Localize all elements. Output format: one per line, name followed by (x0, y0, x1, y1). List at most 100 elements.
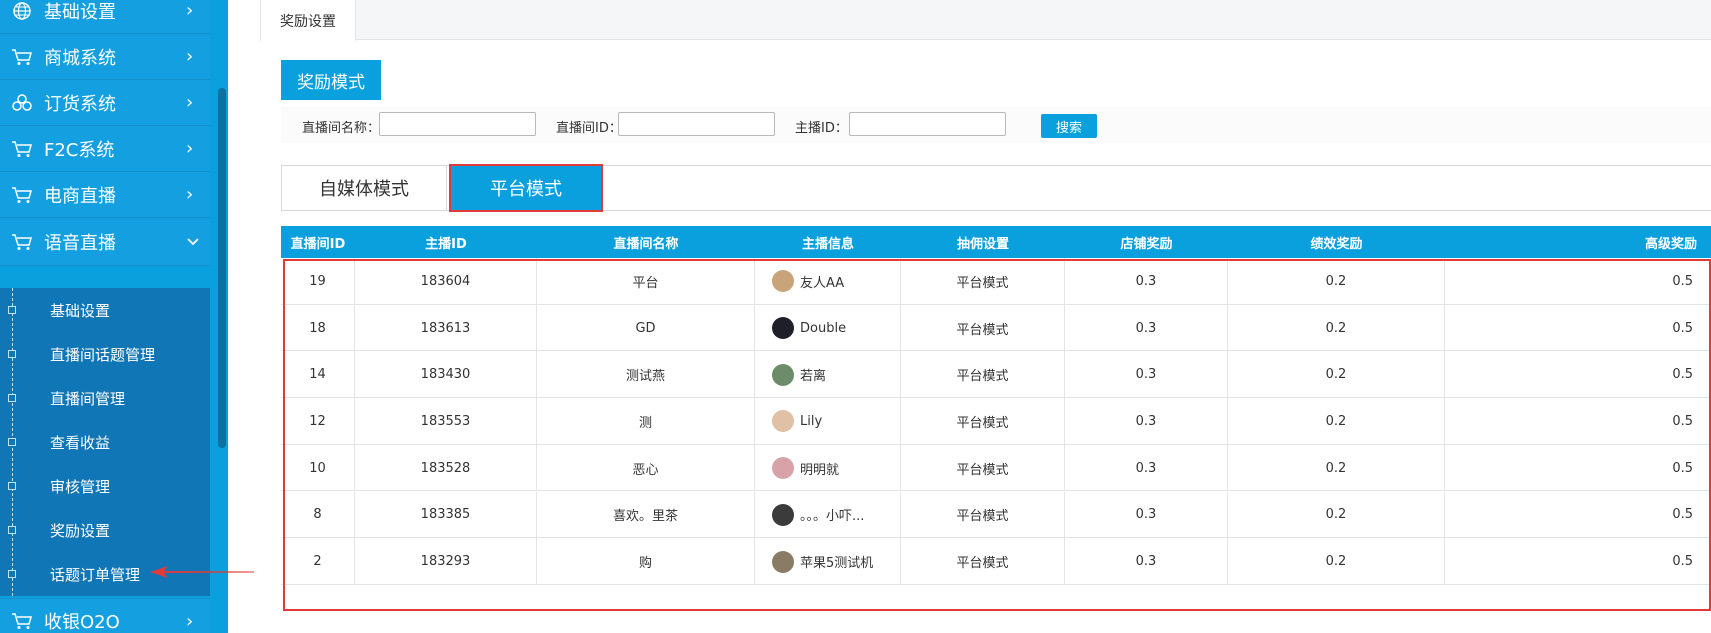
menu-item-order-system[interactable]: 订货系统 › (0, 80, 210, 126)
menu-item-ecommerce-live[interactable]: 电商直播 › (0, 172, 210, 218)
cell-anchor-id: 183293 (355, 538, 537, 585)
table-row[interactable]: 2 183293 购 苹果5测试机 平台模式 0.3 0.2 0.5 (281, 538, 1711, 585)
cell-room-id: 14 (281, 351, 355, 399)
room-name-label: 直播间名称： (302, 121, 381, 136)
avatar (772, 270, 794, 293)
cell-senior-reward: 0.5 (1672, 554, 1693, 570)
submenu-label: 直播间话题管理 (50, 345, 156, 364)
room-name-input[interactable] (379, 112, 536, 136)
cell-commission: 平台模式 (901, 444, 1065, 492)
cart-icon (0, 140, 44, 158)
submenu-item-reward-settings[interactable]: 奖励设置 (0, 508, 210, 552)
avatar (772, 317, 794, 340)
col-perf-reward: 绩效奖励 (1310, 236, 1363, 252)
menu-label: 语音直播 (44, 232, 116, 254)
sidebar-scrollbar-thumb[interactable] (218, 88, 226, 448)
table-row[interactable]: 19 183604 平台 友人AA 平台模式 0.3 0.2 0.5 (281, 258, 1711, 305)
submenu-item-review-management[interactable]: 审核管理 (0, 464, 210, 508)
tab-reward-settings[interactable]: 奖励设置 (260, 0, 356, 41)
menu-label: 电商直播 (44, 185, 116, 207)
room-id-label: 直播间ID： (556, 121, 622, 136)
table-row[interactable]: 18 183613 GD Double 平台模式 0.3 0.2 0.5 (281, 304, 1711, 352)
cell-room-id: 12 (281, 398, 355, 445)
submenu-item-room-management[interactable]: 直播间管理 (0, 376, 210, 420)
cell-senior-reward: 0.5 (1672, 507, 1693, 523)
cell-room-name: 恶心 (537, 444, 755, 492)
cell-anchor: 若离 (755, 351, 901, 399)
table-row[interactable]: 10 183528 恶心 明明就 平台模式 0.3 0.2 0.5 (281, 444, 1711, 492)
anchor-id-input[interactable] (849, 112, 1006, 136)
page-panel: 奖励模式 直播间名称： 直播间ID： 主播ID： 搜索 自媒体模式 平台模式 直… (260, 41, 1711, 633)
cell-commission: 平台模式 (901, 538, 1065, 585)
cell-commission: 平台模式 (901, 398, 1065, 445)
chevron-right-icon: › (186, 610, 194, 632)
cell-anchor-id: 183528 (355, 444, 537, 492)
menu-label: F2C系统 (44, 139, 115, 161)
cell-senior-reward: 0.5 (1672, 320, 1693, 336)
reward-mode-button[interactable]: 奖励模式 (281, 60, 381, 100)
tree-node-icon (8, 306, 16, 314)
cell-room-name: 平台 (537, 258, 755, 305)
cell-shop-reward: 0.3 (1065, 398, 1228, 445)
table-row[interactable]: 14 183430 测试燕 若离 平台模式 0.3 0.2 0.5 (281, 351, 1711, 399)
cell-senior-reward: 0.5 (1672, 413, 1693, 429)
cell-perf-reward: 0.2 (1228, 304, 1445, 352)
table-row[interactable]: 12 183553 测 Lily 平台模式 0.3 0.2 0.5 (281, 398, 1711, 445)
submenu-label: 话题订单管理 (50, 565, 141, 584)
menu-item-f2c-system[interactable]: F2C系统 › (0, 126, 210, 172)
cell-anchor-id: 183430 (355, 351, 537, 399)
menu-item-mall-system[interactable]: 商城系统 › (0, 34, 210, 80)
chevron-right-icon: › (186, 46, 194, 67)
tree-node-icon (8, 526, 16, 534)
submenu-label: 奖励设置 (50, 521, 111, 540)
table-header: 直播间ID 主播ID 直播间名称 主播信息 抽佣设置 店铺奖励 绩效奖励 高级奖… (281, 226, 1711, 258)
search-button[interactable]: 搜索 (1041, 114, 1097, 138)
tree-node-icon (8, 482, 16, 490)
chevron-right-icon: › (186, 0, 194, 21)
tree-node-icon (8, 350, 16, 358)
cell-commission: 平台模式 (901, 491, 1065, 539)
cell-anchor-id: 183613 (355, 304, 537, 352)
annotation-arrow-icon (150, 566, 254, 578)
col-anchor-id: 主播ID (425, 236, 467, 252)
col-shop-reward: 店铺奖励 (1120, 236, 1173, 252)
submenu-label: 查看收益 (50, 433, 111, 452)
menu-item-cashier-o2o[interactable]: 收银O2O › (0, 598, 210, 633)
cell-room-id: 18 (281, 304, 355, 352)
cell-shop-reward: 0.3 (1065, 351, 1228, 399)
cell-room-name: 测试燕 (537, 351, 755, 399)
submenu-item-view-earnings[interactable]: 查看收益 (0, 420, 210, 464)
cell-senior-reward: 0.5 (1672, 367, 1693, 383)
table-row[interactable]: 8 183385 喜欢。里茶 。。。小吓... 平台模式 0.3 0.2 0.5 (281, 491, 1711, 539)
reward-table: 直播间ID 主播ID 直播间名称 主播信息 抽佣设置 店铺奖励 绩效奖励 高级奖… (281, 226, 1711, 633)
sidebar-menu: 基础设置 › 商城系统 › 订货系统 › F2C系统 › 电商直播 › 语音直播… (0, 0, 210, 633)
avatar (772, 363, 794, 386)
cell-senior-reward: 0.5 (1672, 460, 1693, 476)
submenu-label: 直播间管理 (50, 389, 126, 408)
submenu-item-basic-settings[interactable]: 基础设置 (0, 288, 210, 332)
room-id-input[interactable] (618, 112, 775, 136)
panel-body: 奖励模式 直播间名称： 直播间ID： 主播ID： 搜索 自媒体模式 平台模式 直… (260, 41, 1711, 633)
cell-perf-reward: 0.2 (1228, 444, 1445, 492)
cart-icon (0, 233, 44, 251)
cell-anchor: 。。。小吓... (755, 491, 901, 539)
tab-platform-mode[interactable]: 平台模式 (449, 164, 603, 212)
chevron-right-icon: › (186, 184, 194, 205)
menu-item-voice-live[interactable]: 语音直播 (0, 218, 210, 266)
cell-perf-reward: 0.2 (1228, 538, 1445, 585)
menu-item-basic-settings[interactable]: 基础设置 › (0, 0, 210, 34)
submenu-item-topic-management[interactable]: 直播间话题管理 (0, 332, 210, 376)
anchor-id-label: 主播ID： (795, 121, 848, 136)
tab-self-media-mode[interactable]: 自媒体模式 (282, 166, 447, 210)
page-tabbar: 奖励设置 (260, 0, 1711, 41)
cell-anchor: 苹果5测试机 (755, 538, 901, 585)
cell-perf-reward: 0.2 (1228, 258, 1445, 305)
submenu-label: 基础设置 (50, 301, 111, 320)
search-filter-bar: 直播间名称： 直播间ID： 主播ID： 搜索 (281, 107, 1711, 143)
anchor-name: 明明就 (800, 462, 840, 478)
cell-shop-reward: 0.3 (1065, 444, 1228, 492)
cell-shop-reward: 0.3 (1065, 491, 1228, 539)
cell-room-id: 2 (281, 538, 355, 585)
globe-icon (0, 1, 44, 21)
cart-icon (0, 186, 44, 204)
